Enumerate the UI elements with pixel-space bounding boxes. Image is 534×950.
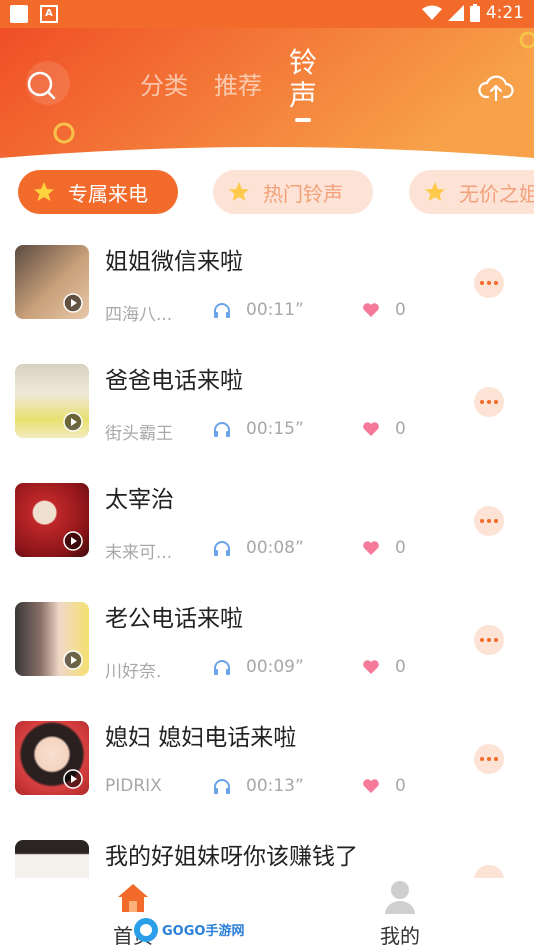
list-item[interactable]: 我的好姐妹呀你该赚钱了 (0, 833, 534, 878)
tab-recommend[interactable]: 推荐 (214, 68, 262, 104)
more-options-button[interactable] (474, 744, 504, 774)
heart-icon[interactable] (362, 540, 380, 556)
chip-exclusive-call[interactable]: 专属来电 (18, 170, 178, 214)
star-icon (34, 182, 54, 201)
ringtone-thumbnail (15, 721, 89, 795)
ringtone-likes: 0 (395, 657, 406, 677)
search-icon[interactable] (26, 70, 58, 102)
ringtone-duration: 00:15” (246, 419, 304, 439)
tab-ringtone-label: 铃声 (288, 46, 317, 112)
ringtone-meta: PIDRIX 00:13” 0 (105, 776, 406, 796)
ringtone-author: 川好奈. (105, 662, 162, 682)
ringtone-title: 姐姐微信来啦 (105, 249, 243, 275)
more-options-button[interactable] (474, 865, 504, 878)
chip-label: 无价之姐 (459, 181, 534, 206)
battery-icon (469, 4, 480, 22)
list-item[interactable]: 媳妇 媳妇电话来啦 PIDRIX 00:13” 0 (0, 714, 534, 832)
headphones-icon (214, 660, 230, 675)
list-item[interactable]: 老公电话来啦 川好奈. 00:09” 0 (0, 595, 534, 713)
ringtone-thumbnail (15, 364, 89, 438)
cloud-upload-icon[interactable] (478, 70, 514, 106)
ringtone-author: 街头霸王 (105, 424, 173, 444)
user-icon (385, 881, 415, 914)
ringtone-likes: 0 (395, 419, 406, 439)
tab-ringtone[interactable]: 铃声 (288, 46, 318, 122)
more-options-button[interactable] (474, 387, 504, 417)
status-time: 4:21 (485, 3, 524, 23)
play-icon[interactable] (63, 293, 83, 313)
chip-label: 热门铃声 (263, 181, 343, 206)
ringtone-meta: 街头霸王 00:15” 0 (105, 419, 406, 444)
wifi-icon (421, 5, 442, 20)
ringtone-duration: 00:13” (246, 776, 304, 796)
headphones-icon (214, 779, 230, 794)
ringtone-list: 姐姐微信来啦 四海八... 00:11” 0 爸爸电话来啦 街头霸王 00:15… (0, 238, 534, 878)
ringtone-thumbnail (15, 483, 89, 557)
watermark-icon (134, 918, 158, 942)
category-chips: 专属来电 热门铃声 无价之姐 (0, 170, 534, 218)
headphones-icon (214, 422, 230, 437)
app-notification-icon: A (40, 5, 58, 23)
play-icon[interactable] (63, 769, 83, 789)
more-options-button[interactable] (474, 268, 504, 298)
tab-category[interactable]: 分类 (140, 68, 188, 104)
chip-label: 专属来电 (68, 181, 148, 206)
ringtone-thumbnail (15, 840, 89, 878)
ringtone-title: 爸爸电话来啦 (105, 368, 243, 394)
ringtone-title: 老公电话来啦 (105, 606, 243, 632)
ringtone-title: 媳妇 媳妇电话来啦 (105, 725, 297, 751)
star-icon (425, 182, 445, 201)
active-tab-indicator (295, 118, 311, 122)
heart-icon[interactable] (362, 659, 380, 675)
ringtone-author: 四海八... (105, 305, 173, 325)
play-icon[interactable] (63, 531, 83, 551)
home-icon (118, 884, 148, 912)
ringtone-meta: 四海八... 00:11” 0 (105, 300, 406, 325)
chip-hot-ringtones[interactable]: 热门铃声 (213, 170, 373, 214)
nav-mine-label: 我的 (380, 924, 420, 948)
heart-icon[interactable] (362, 421, 380, 437)
heart-icon[interactable] (362, 778, 380, 794)
ringtone-title: 我的好姐妹呀你该赚钱了 (105, 844, 358, 870)
header: 分类 推荐 铃声 (0, 28, 534, 158)
play-icon[interactable] (63, 650, 83, 670)
more-options-button[interactable] (474, 625, 504, 655)
top-tabs: 分类 推荐 铃声 (140, 46, 344, 144)
ringtone-duration: 00:08” (246, 538, 304, 558)
more-options-button[interactable] (474, 506, 504, 536)
headphones-icon (214, 541, 230, 556)
chip-priceless[interactable]: 无价之姐 (409, 170, 534, 214)
ringtone-meta: 川好奈. 00:09” 0 (105, 657, 406, 682)
ringtone-likes: 0 (395, 300, 406, 320)
ringtone-author: 末来可... (105, 543, 173, 563)
watermark-logo: GOGO手游网 (132, 916, 245, 944)
ringtone-author: PIDRIX (105, 776, 162, 796)
ringtone-likes: 0 (395, 538, 406, 558)
ringtone-thumbnail (15, 245, 89, 319)
list-item[interactable]: 爸爸电话来啦 街头霸王 00:15” 0 (0, 357, 534, 475)
ringtone-duration: 00:09” (246, 657, 304, 677)
notification-icon (10, 5, 28, 23)
ringtone-thumbnail (15, 602, 89, 676)
watermark-text: GOGO手游网 (162, 924, 245, 939)
bottom-nav: 首页 我的 (0, 878, 534, 950)
star-icon (229, 182, 249, 201)
list-item[interactable]: 姐姐微信来啦 四海八... 00:11” 0 (0, 238, 534, 356)
ringtone-likes: 0 (395, 776, 406, 796)
headphones-icon (214, 303, 230, 318)
list-item[interactable]: 太宰治 末来可... 00:08” 0 (0, 476, 534, 594)
ringtone-duration: 00:11” (246, 300, 304, 320)
ringtone-title: 太宰治 (105, 487, 174, 513)
play-icon[interactable] (63, 412, 83, 432)
ringtone-meta: 末来可... 00:08” 0 (105, 538, 406, 563)
signal-icon (447, 5, 464, 21)
status-bar: A 4:21 (0, 0, 534, 28)
heart-icon[interactable] (362, 302, 380, 318)
